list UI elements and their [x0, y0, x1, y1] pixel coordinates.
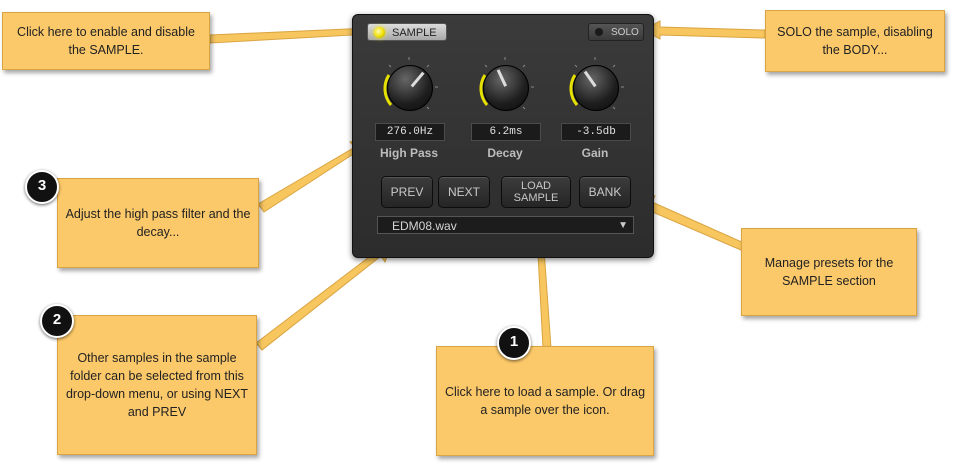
decay-label: Decay	[487, 146, 523, 160]
sample-toggle-label: SAMPLE	[392, 27, 437, 39]
high-pass-readout: 276.0Hz	[375, 123, 445, 141]
solo-led-icon	[595, 28, 603, 36]
high-pass-label: High Pass	[379, 146, 439, 160]
load-sample-button[interactable]: LOAD SAMPLE	[501, 176, 571, 208]
callout-load: Click here to load a sample. Or drag a s…	[436, 346, 654, 456]
decay-knob[interactable]	[473, 55, 537, 119]
sample-dropdown[interactable]: EDM08.wav ▼	[377, 216, 634, 234]
sample-dropdown-value: EDM08.wav	[392, 219, 457, 233]
badge-two: 2	[40, 304, 74, 338]
badge-three: 3	[25, 170, 59, 204]
callout-adjust: Adjust the high pass filter and the deca…	[57, 178, 259, 268]
dropdown-arrow-icon: ▼	[618, 220, 628, 231]
high-pass-knob[interactable]	[377, 55, 441, 119]
callout-solo: SOLO the sample, disabling the BODY...	[765, 10, 945, 72]
bank-button[interactable]: BANK	[579, 176, 631, 208]
sample-label: SAMPLE	[513, 192, 559, 204]
callout-samples: Other samples in the sample folder can b…	[57, 315, 257, 455]
badge-one: 1	[497, 326, 531, 360]
sample-led-icon	[374, 27, 385, 38]
gain-readout: -3.5db	[561, 123, 631, 141]
next-button[interactable]: NEXT	[438, 176, 490, 208]
sample-panel: SAMPLE SOLO 276.0Hz 6.2ms -3.5db High Pa…	[352, 14, 654, 258]
callout-enable: Click here to enable and disable the SAM…	[2, 12, 210, 70]
decay-readout: 6.2ms	[471, 123, 541, 141]
arrow-solo	[642, 20, 766, 40]
solo-toggle-label: SOLO	[611, 27, 639, 38]
sample-toggle-button[interactable]: SAMPLE	[367, 23, 447, 41]
prev-button[interactable]: PREV	[381, 176, 433, 208]
gain-label: Gain	[581, 146, 609, 160]
solo-toggle-button[interactable]: SOLO	[588, 23, 644, 41]
callout-presets: Manage presets for the SAMPLE section	[741, 228, 917, 316]
load-label: LOAD	[521, 180, 551, 192]
gain-knob[interactable]	[563, 55, 627, 119]
